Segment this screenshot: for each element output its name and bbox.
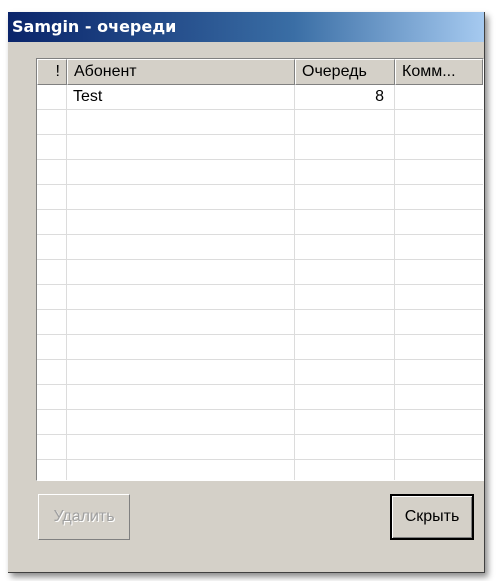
empty-row xyxy=(37,135,483,160)
column-header-comment[interactable]: Комм... xyxy=(395,59,483,85)
empty-row xyxy=(37,460,483,480)
cell-comment xyxy=(395,360,483,385)
cell-queue xyxy=(295,260,395,285)
cell-priority xyxy=(37,460,67,480)
window-titlebar[interactable]: Samgin - очереди xyxy=(8,12,484,42)
cell-priority xyxy=(37,135,67,160)
empty-row xyxy=(37,385,483,410)
cell-priority xyxy=(37,235,67,260)
cell-priority xyxy=(37,210,67,235)
cell-queue xyxy=(295,285,395,310)
cell-comment xyxy=(395,460,483,480)
cell-priority xyxy=(37,260,67,285)
empty-row xyxy=(37,260,483,285)
column-header-subscriber[interactable]: Абонент xyxy=(67,59,295,85)
cell-priority xyxy=(37,110,67,135)
cell-priority xyxy=(37,360,67,385)
cell-queue xyxy=(295,435,395,460)
cell-priority xyxy=(37,310,67,335)
cell-subscriber xyxy=(67,360,295,385)
cell-queue xyxy=(295,310,395,335)
empty-row xyxy=(37,285,483,310)
cell-comment xyxy=(395,235,483,260)
cell-queue xyxy=(295,135,395,160)
cell-queue xyxy=(295,335,395,360)
cell-subscriber xyxy=(67,110,295,135)
cell-subscriber xyxy=(67,160,295,185)
queues-window: Samgin - очереди ! Абонент Очередь Комм.… xyxy=(8,12,485,573)
cell-priority xyxy=(37,85,67,110)
cell-subscriber xyxy=(67,235,295,260)
hide-button[interactable]: Скрыть xyxy=(390,494,474,540)
cell-subscriber xyxy=(67,260,295,285)
cell-queue xyxy=(295,460,395,480)
column-header-priority-label: ! xyxy=(55,63,60,80)
empty-row xyxy=(37,110,483,135)
cell-subscriber xyxy=(67,435,295,460)
cell-priority xyxy=(37,335,67,360)
cell-subscriber xyxy=(67,335,295,360)
cell-comment xyxy=(395,135,483,160)
cell-priority xyxy=(37,285,67,310)
cell-subscriber xyxy=(67,385,295,410)
cell-subscriber xyxy=(67,310,295,335)
cell-comment xyxy=(395,385,483,410)
cell-priority xyxy=(37,385,67,410)
column-header-queue-label: Очередь xyxy=(302,63,367,80)
cell-comment xyxy=(395,310,483,335)
cell-priority xyxy=(37,185,67,210)
cell-comment xyxy=(395,410,483,435)
cell-comment xyxy=(395,185,483,210)
table-row[interactable]: Test 8 xyxy=(37,85,483,110)
cell-comment xyxy=(395,160,483,185)
cell-queue xyxy=(295,235,395,260)
cell-priority xyxy=(37,160,67,185)
queue-list[interactable]: ! Абонент Очередь Комм... Test 8 xyxy=(36,58,484,481)
cell-queue xyxy=(295,210,395,235)
cell-queue xyxy=(295,360,395,385)
empty-row xyxy=(37,435,483,460)
empty-row xyxy=(37,210,483,235)
empty-row xyxy=(37,410,483,435)
cell-subscriber xyxy=(67,285,295,310)
cell-subscriber xyxy=(67,185,295,210)
empty-row xyxy=(37,160,483,185)
cell-comment xyxy=(395,110,483,135)
cell-queue xyxy=(295,160,395,185)
cell-comment xyxy=(395,210,483,235)
cell-priority xyxy=(37,435,67,460)
cell-subscriber xyxy=(67,210,295,235)
cell-queue xyxy=(295,410,395,435)
delete-button[interactable]: Удалить xyxy=(38,494,130,540)
empty-row xyxy=(37,235,483,260)
cell-comment xyxy=(395,260,483,285)
column-header-priority[interactable]: ! xyxy=(37,59,67,85)
column-header-comment-label: Комм... xyxy=(402,63,456,80)
cell-subscriber xyxy=(67,460,295,480)
cell-comment xyxy=(395,285,483,310)
empty-row xyxy=(37,360,483,385)
column-header-subscriber-label: Абонент xyxy=(74,63,137,80)
cell-subscriber xyxy=(67,135,295,160)
cell-comment xyxy=(395,335,483,360)
cell-queue xyxy=(295,385,395,410)
column-header-queue[interactable]: Очередь xyxy=(295,59,395,85)
cell-comment xyxy=(395,435,483,460)
cell-subscriber: Test xyxy=(67,85,295,110)
empty-row xyxy=(37,335,483,360)
list-rows: Test 8 xyxy=(37,85,483,480)
empty-row xyxy=(37,185,483,210)
cell-priority xyxy=(37,410,67,435)
empty-row xyxy=(37,310,483,335)
cell-subscriber xyxy=(67,410,295,435)
cell-queue: 8 xyxy=(295,85,395,110)
cell-comment xyxy=(395,85,483,110)
window-title: Samgin - очереди xyxy=(12,17,177,36)
cell-queue xyxy=(295,185,395,210)
cell-queue xyxy=(295,110,395,135)
